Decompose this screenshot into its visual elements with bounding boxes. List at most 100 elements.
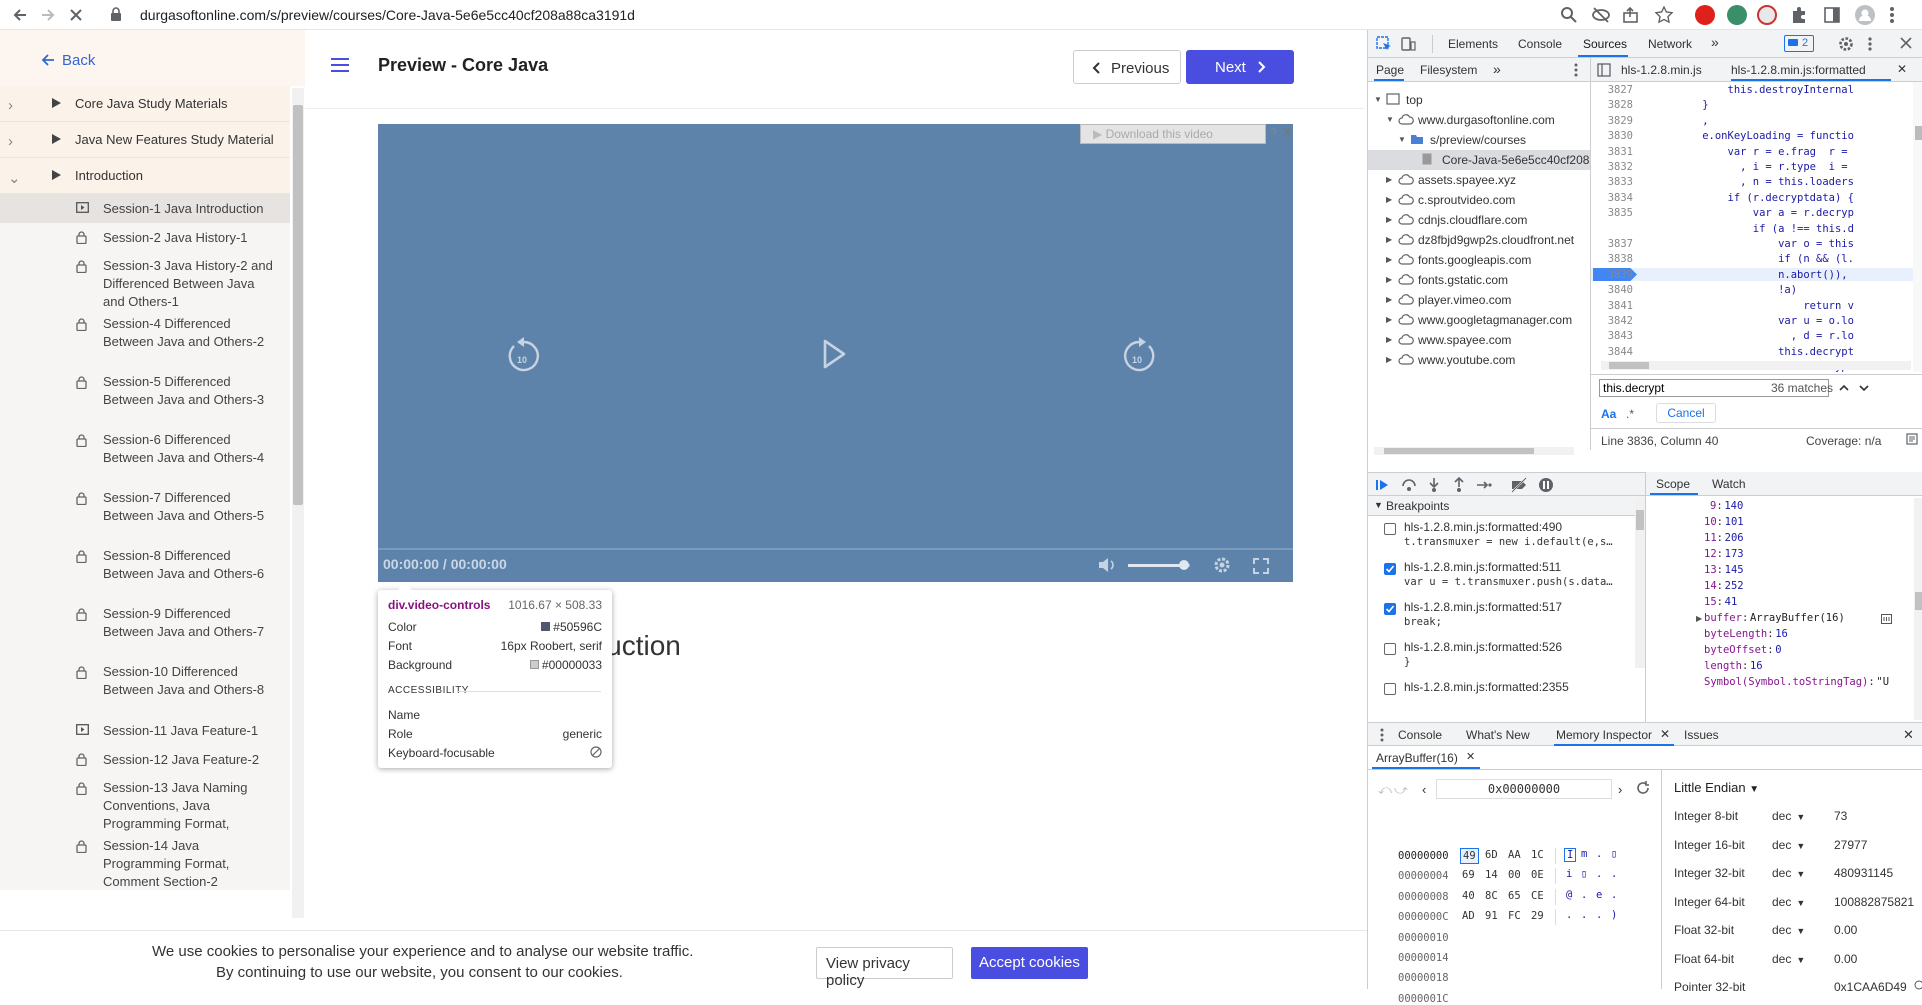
ascii-char[interactable]: . <box>1579 909 1589 921</box>
drawer-tab-console[interactable]: Console <box>1398 728 1442 742</box>
history-back-icon[interactable]: ⤺ <box>1378 782 1392 798</box>
settings-gear-icon[interactable] <box>1213 556 1231 574</box>
lesson-item[interactable]: Session-9 Differenced Between Java and O… <box>0 600 290 658</box>
tree-item-folder[interactable]: ▼ s/preview/courses <box>1368 130 1590 150</box>
back-arrow-icon[interactable] <box>10 5 30 25</box>
profile-avatar-icon[interactable] <box>1855 5 1875 25</box>
code-vscrollbar[interactable] <box>1913 82 1922 372</box>
privacy-policy-button[interactable]: View privacy policy <box>816 947 953 989</box>
line-number[interactable]: 3836 <box>1591 223 1633 235</box>
fullscreen-icon[interactable] <box>1253 558 1269 574</box>
line-number[interactable]: 3833 <box>1591 176 1633 188</box>
scope-scroll-thumb[interactable] <box>1915 592 1922 610</box>
close-drawer-icon[interactable]: ✕ <box>1903 727 1914 743</box>
share-icon[interactable] <box>1622 6 1640 24</box>
search-up-icon[interactable] <box>1838 378 1856 398</box>
value-mode-select[interactable]: dec ▼ <box>1772 895 1805 909</box>
hex-byte[interactable]: 40 <box>1460 889 1477 903</box>
hex-byte[interactable]: 8C <box>1483 889 1500 903</box>
drawer-tab-issues[interactable]: Issues <box>1684 728 1719 742</box>
video-progress-bar[interactable] <box>378 548 1293 550</box>
step-into-icon[interactable] <box>1426 477 1442 493</box>
tree-toggle-icon[interactable]: ▼ <box>1374 90 1382 110</box>
pause-on-exceptions-icon[interactable] <box>1538 477 1554 493</box>
hamburger-menu-icon[interactable] <box>330 57 350 73</box>
tab-elements[interactable]: Elements <box>1448 37 1498 51</box>
ascii-char[interactable]: m <box>1579 848 1589 860</box>
tree-item-cloud[interactable]: ▶ dz8fbjd9gwp2s.cloudfront.net <box>1368 230 1590 250</box>
breakpoint-file[interactable]: hls-1.2.8.min.js:formatted:511 <box>1404 560 1561 574</box>
tree-toggle-icon[interactable]: ▶ <box>1386 330 1392 350</box>
breakpoint-checkbox[interactable] <box>1384 603 1396 615</box>
ascii-char[interactable]: @ <box>1564 889 1574 901</box>
value-mode-select[interactable]: dec ▼ <box>1772 866 1805 880</box>
tree-item-frame[interactable]: ▼ top <box>1368 90 1590 110</box>
hex-byte[interactable]: 69 <box>1460 868 1477 882</box>
expand-triangle-icon[interactable]: ▶ <box>1696 614 1702 623</box>
issues-badge[interactable]: 2 <box>1784 35 1814 52</box>
lesson-item[interactable]: Session-1 Java Introduction <box>0 194 290 223</box>
close-devtools-icon[interactable] <box>1900 37 1912 49</box>
breakpoint-file[interactable]: hls-1.2.8.min.js:formatted:526 <box>1404 640 1562 654</box>
extension-red-icon[interactable] <box>1757 5 1777 25</box>
sidepanel-icon[interactable] <box>1823 6 1841 24</box>
tree-item-cloud[interactable]: ▼ www.durgasoftonline.com <box>1368 110 1590 130</box>
tree-toggle-icon[interactable]: ▶ <box>1386 310 1392 330</box>
accept-cookies-button[interactable]: Accept cookies <box>971 947 1088 979</box>
step-out-icon[interactable] <box>1451 477 1467 493</box>
play-icon[interactable] <box>822 338 848 370</box>
volume-knob[interactable] <box>1178 560 1189 570</box>
breakpoint-checkbox[interactable] <box>1384 643 1396 655</box>
close-buffer-tab-icon[interactable]: ✕ <box>1466 750 1475 763</box>
sidebar-section[interactable]: ⌄ Introduction <box>0 158 290 194</box>
step-over-icon[interactable] <box>1401 477 1417 493</box>
lesson-item[interactable]: Session-11 Java Feature-1 <box>0 716 290 745</box>
line-number[interactable]: 3831 <box>1591 146 1633 158</box>
lesson-item[interactable]: Session-5 Differenced Between Java and O… <box>0 368 290 426</box>
line-number[interactable]: 3841 <box>1591 300 1633 312</box>
line-number[interactable]: 3843 <box>1591 330 1633 342</box>
ascii-char[interactable]: . <box>1594 909 1604 921</box>
history-forward-icon[interactable]: ⤻ <box>1394 782 1408 798</box>
video-player[interactable]: ▶ Download this video ? X 10 10 00:00:00… <box>378 124 1293 582</box>
line-number[interactable]: 3837 <box>1591 238 1633 250</box>
file-tab-formatted[interactable]: hls-1.2.8.min.js:formatted <box>1731 63 1866 77</box>
breakpoint-file[interactable]: hls-1.2.8.min.js:formatted:517 <box>1404 600 1562 614</box>
breakpoints-header[interactable]: ▼ Breakpoints <box>1368 496 1645 516</box>
close-load-icon[interactable] <box>66 5 86 25</box>
hex-byte[interactable]: 0E <box>1529 868 1546 882</box>
lesson-item[interactable]: Session-8 Differenced Between Java and O… <box>0 542 290 600</box>
nav-tab-page[interactable]: Page <box>1376 63 1404 77</box>
memory-inspector-icon[interactable] <box>1881 614 1892 624</box>
ascii-char[interactable]: I <box>1564 848 1577 862</box>
ascii-char[interactable]: . <box>1594 868 1604 880</box>
tree-toggle-icon[interactable]: ▶ <box>1386 270 1392 290</box>
code-vscroll-thumb[interactable] <box>1915 126 1922 140</box>
forward-10-icon[interactable]: 10 <box>1121 336 1157 374</box>
lock-icon[interactable] <box>110 7 122 22</box>
lesson-item[interactable]: Session-4 Differenced Between Java and O… <box>0 310 290 368</box>
close-file-tab-icon[interactable]: ✕ <box>1897 62 1907 76</box>
hex-byte[interactable]: 49 <box>1460 848 1479 864</box>
cancel-search-button[interactable]: Cancel <box>1656 403 1716 423</box>
devtools-menu-icon[interactable] <box>1868 36 1872 52</box>
ascii-char[interactable]: . <box>1564 909 1574 921</box>
bp-scrollbar[interactable] <box>1635 498 1645 668</box>
breakpoint-checkbox[interactable] <box>1384 523 1396 535</box>
hex-byte[interactable]: CE <box>1529 889 1546 903</box>
regex-toggle[interactable]: .* <box>1626 407 1634 421</box>
drawer-tab-whats-new[interactable]: What's New <box>1466 728 1530 742</box>
tree-item-cloud[interactable]: ▶ cdnjs.cloudflare.com <box>1368 210 1590 230</box>
sidebar-section[interactable]: › Java New Features Study Material <box>0 122 290 158</box>
tree-toggle-icon[interactable]: ▶ <box>1386 230 1392 250</box>
toggle-navigator-icon[interactable] <box>1597 63 1611 77</box>
deactivate-breakpoints-icon[interactable] <box>1510 477 1528 493</box>
tab-network[interactable]: Network <box>1648 37 1692 51</box>
lesson-item[interactable]: Session-6 Differenced Between Java and O… <box>0 426 290 484</box>
resume-icon[interactable] <box>1374 477 1390 493</box>
code-editor[interactable]: 3827 this.destroyInternal 3828 } 3829 , 383… <box>1590 82 1922 374</box>
previous-button[interactable]: Previous <box>1073 50 1181 84</box>
ascii-char[interactable]: ▯ <box>1579 868 1589 880</box>
lesson-item[interactable]: Session-12 Java Feature-2 <box>0 745 290 774</box>
breakpoint-file[interactable]: hls-1.2.8.min.js:formatted:2355 <box>1404 680 1569 694</box>
